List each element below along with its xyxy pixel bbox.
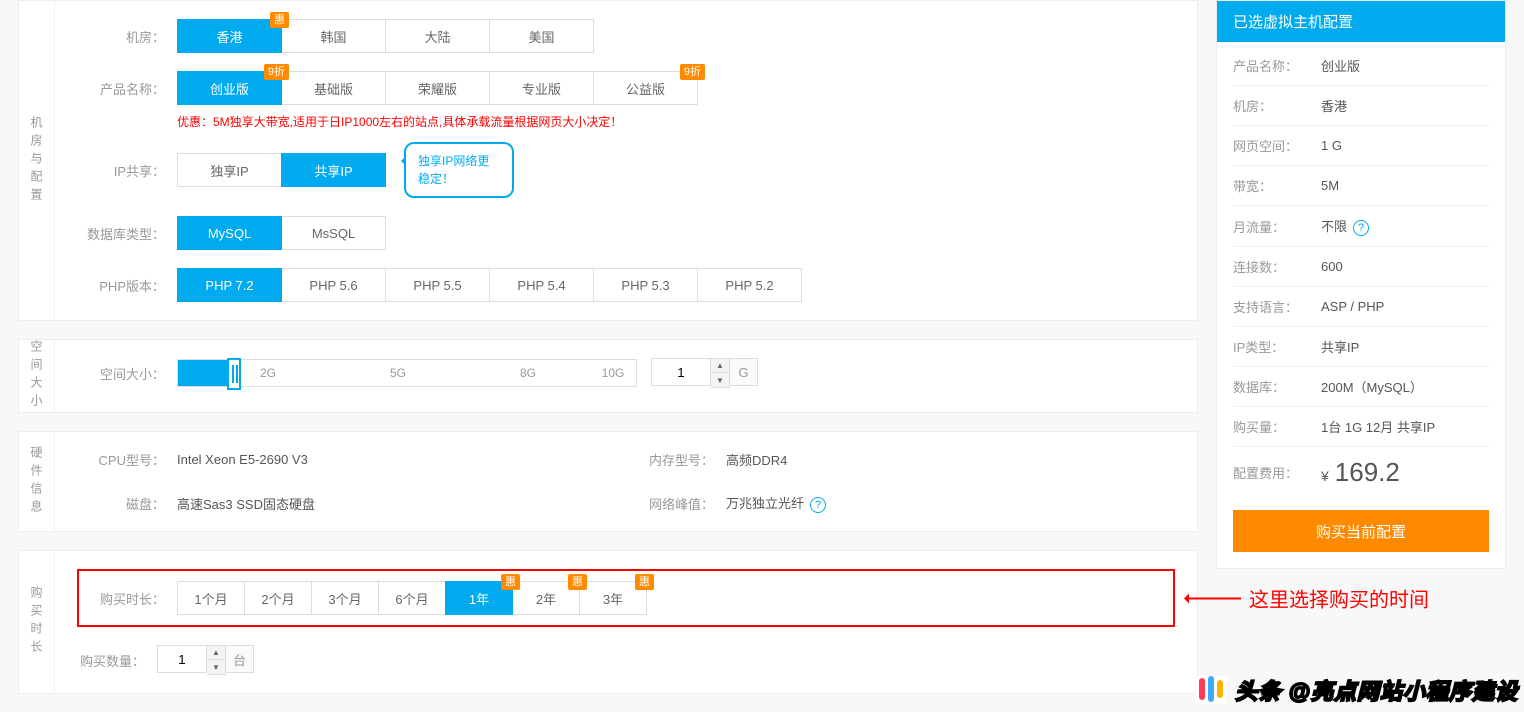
net-value: 万兆独立光纤? xyxy=(726,493,1175,513)
tab-dur-6m[interactable]: 6个月 xyxy=(378,581,446,615)
php-tabs: PHP 7.2 PHP 5.6 PHP 5.5 PHP 5.4 PHP 5.3 … xyxy=(177,268,802,302)
summary-space: 1 G xyxy=(1321,138,1489,153)
tab-product-pro[interactable]: 专业版 xyxy=(489,71,594,105)
buy-button[interactable]: 购买当前配置 xyxy=(1233,510,1489,552)
discount-badge: 惠 xyxy=(635,574,654,590)
tab-ip-shared[interactable]: 共享IP xyxy=(281,153,386,187)
slider-thumb[interactable] xyxy=(227,358,241,390)
ipshare-label: IP共享： xyxy=(77,161,177,180)
ipshare-tabs: 独享IP 共享IP xyxy=(177,153,386,187)
tab-php-52[interactable]: PHP 5.2 xyxy=(697,268,802,302)
tab-dur-3y[interactable]: 3年惠 xyxy=(579,581,647,615)
panel-space: 空间大小 空间大小： 2G 5G 8G 10G xyxy=(18,339,1198,413)
help-icon[interactable]: ? xyxy=(1353,220,1369,236)
summary-datacenter: 香港 xyxy=(1321,96,1489,115)
tab-datacenter-us[interactable]: 美国 xyxy=(489,19,594,53)
tab-db-mssql[interactable]: MsSQL xyxy=(281,216,386,250)
tab-php-55[interactable]: PHP 5.5 xyxy=(385,268,490,302)
tab-php-53[interactable]: PHP 5.3 xyxy=(593,268,698,302)
summary-lang: ASP / PHP xyxy=(1321,299,1489,314)
qty-label: 购买数量： xyxy=(77,651,157,670)
mem-value: 高频DDR4 xyxy=(726,450,1175,469)
tab-product-starter[interactable]: 创业版9折 xyxy=(177,71,282,105)
summary-title: 已选虚拟主机配置 xyxy=(1217,1,1505,42)
annotation-arrow: 这里选择购买的时间 xyxy=(1185,584,1429,613)
product-label: 产品名称： xyxy=(77,79,177,98)
stepper-down[interactable]: ▼ xyxy=(207,660,225,674)
tab-php-54[interactable]: PHP 5.4 xyxy=(489,268,594,302)
datacenter-label: 机房： xyxy=(77,27,177,46)
product-tabs: 创业版9折 基础版 荣耀版 专业版 公益版9折 xyxy=(177,71,698,105)
tab-ip-dedicated[interactable]: 独享IP xyxy=(177,153,282,187)
tab-db-mysql[interactable]: MySQL xyxy=(177,216,282,250)
duration-highlight-box: 购买时长： 1个月 2个月 3个月 6个月 1年惠 2年惠 3年惠 xyxy=(77,569,1175,627)
summary-iptype: 共享IP xyxy=(1321,337,1489,356)
db-tabs: MySQL MsSQL xyxy=(177,216,386,250)
tab-product-basic[interactable]: 基础版 xyxy=(281,71,386,105)
summary-price: ¥169.2 xyxy=(1321,457,1489,488)
discount-badge: 惠 xyxy=(270,12,289,28)
cpu-label: CPU型号： xyxy=(77,450,177,469)
tab-product-charity[interactable]: 公益版9折 xyxy=(593,71,698,105)
discount-badge: 9折 xyxy=(264,64,289,80)
summary-panel: 已选虚拟主机配置 产品名称：创业版 机房：香港 网页空间：1 G 带宽：5M 月… xyxy=(1216,0,1506,569)
tab-dur-2m[interactable]: 2个月 xyxy=(244,581,312,615)
space-unit: G xyxy=(730,358,758,386)
tab-dur-1m[interactable]: 1个月 xyxy=(177,581,245,615)
disk-label: 磁盘： xyxy=(77,494,177,513)
tab-php-72[interactable]: PHP 7.2 xyxy=(177,268,282,302)
net-label: 网络峰值： xyxy=(626,494,726,513)
cpu-value: Intel Xeon E5-2690 V3 xyxy=(177,452,626,467)
discount-badge: 惠 xyxy=(501,574,520,590)
summary-connections: 600 xyxy=(1321,259,1489,274)
tab-php-56[interactable]: PHP 5.6 xyxy=(281,268,386,302)
stepper-up[interactable]: ▲ xyxy=(207,646,225,660)
discount-badge: 9折 xyxy=(680,64,705,80)
promo-text: 优惠：5M独享大带宽,适用于日IP1000左右的站点,具体承载流量根据网页大小决… xyxy=(177,113,1175,130)
panel-side-label: 空间大小 xyxy=(19,340,55,412)
space-label: 空间大小： xyxy=(77,364,177,383)
panel-side-label: 机房与配置 xyxy=(19,1,55,320)
panel-hardware: 硬件信息 CPU型号： Intel Xeon E5-2690 V3 内存型号： … xyxy=(18,431,1198,532)
panel-duration: 购买时长 购买时长： 1个月 2个月 3个月 6个月 1年惠 2年惠 3年惠 xyxy=(18,550,1198,694)
duration-tabs: 1个月 2个月 3个月 6个月 1年惠 2年惠 3年惠 xyxy=(177,581,647,615)
tab-datacenter-hk[interactable]: 香港惠 xyxy=(177,19,282,53)
panel-side-label: 购买时长 xyxy=(19,551,55,693)
duration-label: 购买时长： xyxy=(97,589,177,608)
mem-label: 内存型号： xyxy=(626,450,726,469)
disk-value: 高速Sas3 SSD固态硬盘 xyxy=(177,494,626,513)
ip-tip-bubble: 独享IP网络更稳定！ xyxy=(404,142,514,198)
summary-db: 200M（MySQL） xyxy=(1321,377,1489,396)
qty-input[interactable] xyxy=(157,645,207,673)
tab-product-honor[interactable]: 荣耀版 xyxy=(385,71,490,105)
summary-product: 创业版 xyxy=(1321,56,1489,75)
db-label: 数据库类型： xyxy=(77,224,177,243)
tab-dur-2y[interactable]: 2年惠 xyxy=(512,581,580,615)
summary-traffic: 不限? xyxy=(1321,216,1489,236)
summary-bandwidth: 5M xyxy=(1321,178,1489,193)
space-input[interactable] xyxy=(651,358,711,386)
help-icon[interactable]: ? xyxy=(810,497,826,513)
stepper-down[interactable]: ▼ xyxy=(711,373,729,387)
stepper-up[interactable]: ▲ xyxy=(711,359,729,373)
tab-datacenter-cn[interactable]: 大陆 xyxy=(385,19,490,53)
qty-unit: 台 xyxy=(226,645,254,673)
space-slider[interactable]: 2G 5G 8G 10G xyxy=(177,359,637,387)
panel-side-label: 硬件信息 xyxy=(19,432,55,531)
summary-qty: 1台 1G 12月 共享IP xyxy=(1321,417,1489,436)
datacenter-tabs: 香港惠 韩国 大陆 美国 xyxy=(177,19,594,53)
php-label: PHP版本： xyxy=(77,276,177,295)
tab-dur-3m[interactable]: 3个月 xyxy=(311,581,379,615)
panel-config: 机房与配置 机房： 香港惠 韩国 大陆 美国 产品名称： 创业版9折 基础版 xyxy=(18,0,1198,321)
tab-dur-1y[interactable]: 1年惠 xyxy=(445,581,513,615)
tab-datacenter-kr[interactable]: 韩国 xyxy=(281,19,386,53)
discount-badge: 惠 xyxy=(568,574,587,590)
